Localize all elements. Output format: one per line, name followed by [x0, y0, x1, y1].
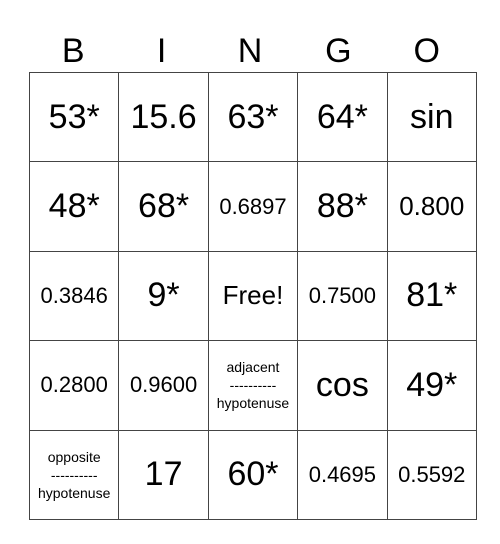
cell-text: 68* [138, 187, 190, 226]
grid-row: opposite ---------- hypotenuse 17 60* 0.4695 0… [28, 429, 477, 520]
header-letter-i: I [156, 32, 167, 70]
bingo-cell[interactable]: 48* [28, 161, 120, 252]
bingo-cell[interactable]: adjacent ---------- hypotenuse [207, 340, 299, 431]
bingo-cell[interactable]: 0.4695 [297, 429, 388, 520]
bingo-cell[interactable]: Free! [207, 250, 299, 342]
cell-text: 0.4695 [308, 461, 377, 487]
header-letter-o: O [413, 32, 440, 70]
cell-text: 81* [406, 276, 458, 315]
bingo-cell[interactable]: 60* [207, 429, 299, 520]
bingo-cell[interactable]: 9* [118, 250, 209, 342]
bingo-cell[interactable]: 68* [118, 161, 209, 252]
cell-text: 0.5592 [398, 461, 466, 487]
bingo-grid: 53* 15.6 63* 64* sin 48* 68* 0.6897 88* 0.800 0.38… [28, 71, 477, 520]
bingo-cell[interactable]: 15.6 [118, 71, 209, 163]
bingo-cell[interactable]: opposite ---------- hypotenuse [28, 429, 120, 520]
grid-row: 0.3846 9* Free! 0.7500 81* [28, 250, 477, 342]
bingo-cell[interactable]: sin [386, 71, 477, 163]
bingo-cell[interactable]: 81* [386, 250, 477, 342]
cell-text: 0.6897 [219, 193, 287, 219]
cell-text: 60* [227, 455, 279, 494]
cell-text: 63* [227, 97, 279, 136]
cell-text: opposite ---------- hypotenuse [37, 448, 111, 501]
bingo-cell[interactable]: 0.5592 [386, 429, 477, 520]
cell-text: sin [410, 97, 454, 136]
bingo-cell[interactable]: 0.800 [386, 161, 477, 252]
bingo-cell[interactable]: 49* [386, 340, 477, 431]
header-letter-g: G [325, 32, 352, 70]
cell-text: 49* [406, 365, 458, 404]
bingo-cell[interactable]: 53* [28, 71, 120, 163]
bingo-cell[interactable]: 0.6897 [207, 161, 299, 252]
grid-row: 48* 68* 0.6897 88* 0.800 [28, 161, 477, 252]
bingo-cell[interactable]: 0.2800 [28, 340, 120, 431]
bingo-cell[interactable]: 64* [297, 71, 388, 163]
bingo-cell[interactable]: cos [297, 340, 388, 431]
grid-row: 0.2800 0.9600 adjacent ---------- hypotenuse… [28, 340, 477, 431]
cell-text: 0.2800 [40, 372, 108, 398]
cell-text: 9* [147, 276, 180, 315]
bingo-cell[interactable]: 17 [118, 429, 209, 520]
cell-text: 88* [316, 187, 368, 226]
cell-text: 0.7500 [308, 282, 377, 308]
cell-text: 17 [144, 455, 183, 494]
cell-text: 15.6 [130, 97, 197, 136]
bingo-cell[interactable]: 0.7500 [297, 250, 388, 342]
cell-text: 48* [48, 187, 100, 226]
header-letter-b: B [61, 32, 85, 70]
cell-text: adjacent ---------- hypotenuse [216, 359, 290, 412]
cell-text: 0.9600 [129, 372, 198, 398]
cell-text: 0.800 [399, 191, 465, 222]
bingo-header: B I N G O [29, 30, 471, 72]
grid-row: 53* 15.6 63* 64* sin [28, 71, 477, 163]
bingo-cell[interactable]: 88* [297, 161, 388, 252]
bingo-cell[interactable]: 0.9600 [118, 340, 209, 431]
cell-text: Free! [222, 280, 284, 311]
bingo-cell[interactable]: 0.3846 [28, 250, 120, 342]
cell-text: cos [315, 365, 369, 404]
cell-text: 0.3846 [40, 282, 108, 308]
bingo-cell[interactable]: 63* [207, 71, 299, 163]
cell-text: 64* [316, 97, 368, 136]
cell-text: 53* [48, 97, 100, 136]
header-letter-n: N [237, 32, 263, 70]
